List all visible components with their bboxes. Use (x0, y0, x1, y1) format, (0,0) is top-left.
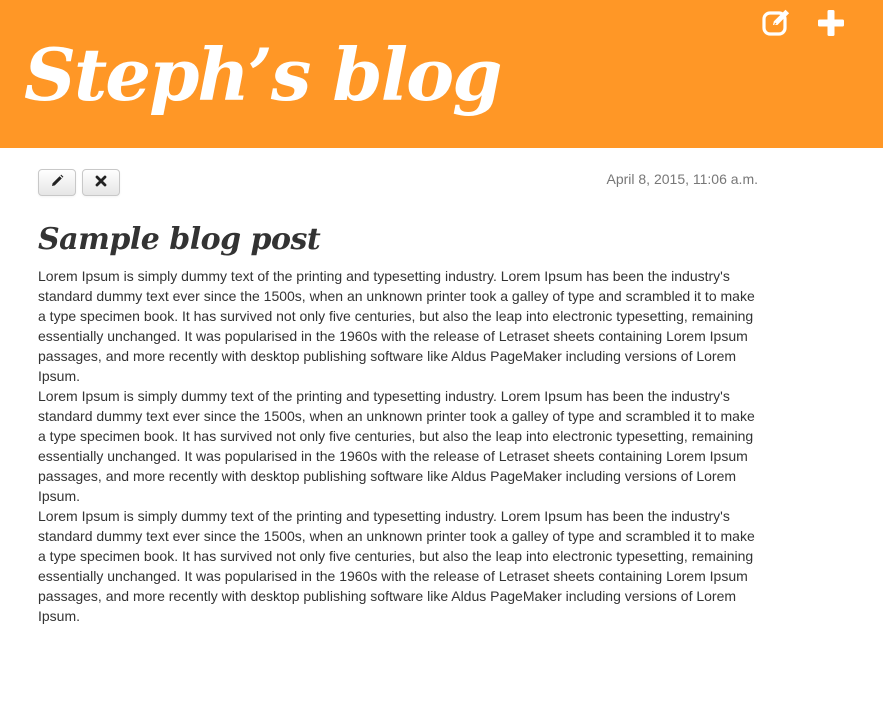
new-post-icon[interactable] (761, 7, 793, 39)
post-toolbar: April 8, 2015, 11:06 a.m. (38, 148, 758, 220)
edit-post-button[interactable] (38, 169, 76, 196)
post-paragraph: Lorem Ipsum is simply dummy text of the … (38, 508, 755, 624)
delete-post-button[interactable] (82, 169, 120, 196)
post: April 8, 2015, 11:06 a.m. Sample blog po… (38, 148, 758, 626)
pencil-icon (50, 174, 64, 191)
post-body: Lorem Ipsum is simply dummy text of the … (38, 266, 758, 626)
header-actions (761, 7, 847, 39)
post-date: April 8, 2015, 11:06 a.m. (606, 171, 759, 187)
site-title[interactable]: Steph’s blog (24, 30, 502, 120)
post-title: Sample blog post (38, 222, 321, 257)
close-icon (95, 175, 107, 190)
post-paragraph: Lorem Ipsum is simply dummy text of the … (38, 388, 755, 504)
add-icon[interactable] (815, 7, 847, 39)
page-header: Steph’s blog (0, 0, 883, 148)
post-paragraph: Lorem Ipsum is simply dummy text of the … (38, 268, 755, 384)
